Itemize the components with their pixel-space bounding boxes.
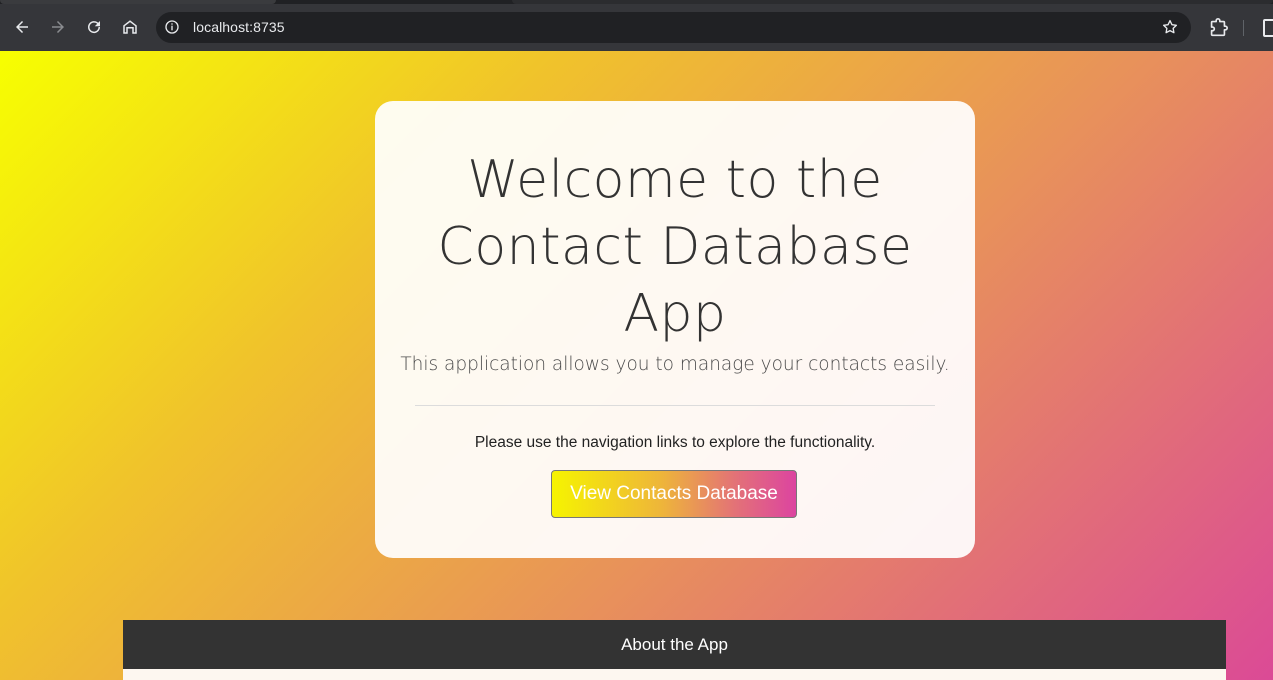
about-section-header: About the App (123, 620, 1226, 669)
page-background: Welcome to the Contact Database App This… (0, 51, 1273, 680)
back-arrow-icon[interactable] (10, 15, 34, 39)
side-panel-icon[interactable] (1263, 19, 1273, 37)
welcome-card: Welcome to the Contact Database App This… (375, 101, 975, 558)
address-bar[interactable]: localhost:8735 (156, 12, 1191, 43)
page-title: Welcome to the Contact Database App (435, 147, 915, 348)
puzzle-icon[interactable] (1207, 17, 1229, 39)
title-line-2: Contact Database (437, 217, 913, 277)
divider (415, 405, 935, 406)
browser-toolbar: localhost:8735 (0, 4, 1273, 51)
about-title: About the App (621, 634, 728, 654)
toolbar-divider (1243, 20, 1244, 36)
lead-text: This application allows you to manage yo… (400, 354, 950, 375)
about-section-body (123, 669, 1226, 680)
home-icon[interactable] (118, 15, 142, 39)
url-text[interactable]: localhost:8735 (193, 19, 285, 35)
title-line-3: App (623, 284, 727, 344)
reload-icon[interactable] (82, 15, 106, 39)
navigation-note: Please use the navigation links to explo… (474, 434, 876, 451)
star-icon[interactable] (1161, 18, 1179, 36)
view-contacts-button[interactable]: View Contacts Database (551, 470, 797, 518)
title-line-1: Welcome to the (467, 150, 883, 210)
info-icon[interactable] (164, 19, 180, 35)
forward-arrow-icon[interactable] (46, 15, 70, 39)
